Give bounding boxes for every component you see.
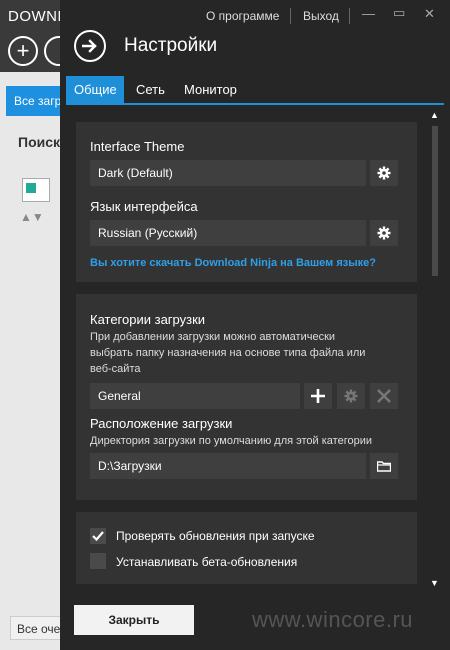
close-window-icon[interactable]: ✕ xyxy=(424,6,435,22)
exit-link[interactable]: Выход xyxy=(303,9,339,23)
background-app-title: DOWNL xyxy=(8,8,67,25)
background-add-icon[interactable]: + xyxy=(8,36,38,66)
categories-section: Категории загрузки При добавлении загруз… xyxy=(76,294,417,500)
back-arrow-icon[interactable] xyxy=(74,30,106,62)
page-title: Настройки xyxy=(124,35,218,56)
about-link[interactable]: О программе xyxy=(206,9,279,23)
categories-description: При добавлении загрузки можно автоматиче… xyxy=(90,331,366,375)
watermark-text: www.wincore.ru xyxy=(252,607,414,632)
updates-section: Проверять обновления при запуске Устанав… xyxy=(76,512,417,584)
browse-folder-icon[interactable] xyxy=(370,453,398,479)
language-settings-gear-icon[interactable] xyxy=(370,220,398,246)
background-sort-arrows-icon[interactable]: ▲▼ xyxy=(20,210,44,224)
appearance-section: Interface Theme Dark (Default) Язык инте… xyxy=(76,122,417,282)
location-input[interactable]: D:\Загрузки xyxy=(90,453,366,479)
delete-category-x-icon[interactable] xyxy=(370,383,398,409)
scroll-up-icon[interactable]: ▲ xyxy=(430,110,439,120)
theme-select[interactable]: Dark (Default) xyxy=(90,160,366,186)
background-search-label: Поиск xyxy=(18,134,61,150)
add-category-plus-icon[interactable] xyxy=(304,383,332,409)
tab-monitor[interactable]: Монитор xyxy=(176,76,256,104)
minimize-icon[interactable]: — xyxy=(362,6,375,21)
check-updates-checkbox[interactable] xyxy=(90,528,106,544)
location-label: Расположение загрузки xyxy=(90,416,233,431)
beta-updates-checkbox[interactable] xyxy=(90,553,106,569)
close-button[interactable]: Закрыть xyxy=(74,605,194,635)
theme-settings-gear-icon[interactable] xyxy=(370,160,398,186)
download-language-link[interactable]: Вы хотите скачать Download Ninja на Ваше… xyxy=(90,257,376,269)
scroll-down-icon[interactable]: ▼ xyxy=(430,578,439,588)
top-bar: О программе Выход — ▭ ✕ xyxy=(60,0,450,34)
scrollbar[interactable]: ▲ ▼ xyxy=(428,110,442,590)
topbar-divider xyxy=(290,8,291,24)
location-description: Директория загрузки по умолчанию для это… xyxy=(90,435,373,447)
scrollbar-thumb[interactable] xyxy=(432,126,438,276)
tab-general[interactable]: Общие xyxy=(66,76,124,104)
categories-label: Категории загрузки xyxy=(90,312,206,327)
theme-label: Interface Theme xyxy=(90,139,185,154)
maximize-icon[interactable]: ▭ xyxy=(393,5,405,21)
language-label: Язык интерфейса xyxy=(90,199,198,214)
category-select[interactable]: General xyxy=(90,383,300,409)
topbar-divider xyxy=(349,8,350,24)
tab-network[interactable]: Сеть xyxy=(128,76,176,104)
beta-updates-label[interactable]: Устанавливать бета-обновления xyxy=(116,555,297,569)
background-tab-all-downloads[interactable]: Все загр xyxy=(6,86,66,116)
check-updates-label[interactable]: Проверять обновления при запуске xyxy=(116,529,315,543)
background-thumbnail-icon xyxy=(22,178,50,202)
category-settings-gear-icon[interactable] xyxy=(337,383,365,409)
tab-underline xyxy=(66,103,444,105)
language-select[interactable]: Russian (Русский) xyxy=(90,220,366,246)
settings-panel: О программе Выход — ▭ ✕ Настройки Общие … xyxy=(60,0,450,650)
